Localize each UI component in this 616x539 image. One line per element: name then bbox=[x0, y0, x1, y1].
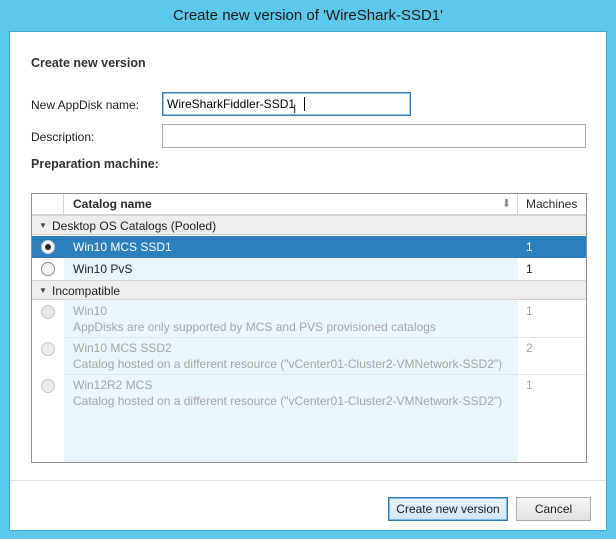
group-label: Desktop OS Catalogs (Pooled) bbox=[52, 219, 217, 233]
radio-button[interactable] bbox=[41, 240, 55, 254]
group-label: Incompatible bbox=[52, 284, 121, 298]
catalog-name: Win10 PvS bbox=[73, 262, 133, 276]
machine-count: 1 bbox=[526, 304, 533, 318]
sort-arrow-down-icon: ⬇︎ bbox=[501, 198, 511, 210]
radio-button bbox=[41, 379, 55, 393]
description-label: Description: bbox=[31, 130, 95, 144]
description-input[interactable] bbox=[162, 124, 586, 148]
group-header-incompatible[interactable]: ▼ Incompatible bbox=[32, 280, 586, 300]
catalog-detail: Catalog hosted on a different resource (… bbox=[73, 357, 503, 371]
machine-count: 2 bbox=[526, 341, 533, 355]
list-item: Win12R2 MCS Catalog hosted on a differen… bbox=[32, 375, 586, 411]
appdisk-name-input[interactable] bbox=[162, 92, 411, 116]
ibeam-cursor-icon: I bbox=[293, 102, 297, 116]
section-heading: Create new version bbox=[31, 56, 146, 70]
catalog-grid: Catalog name ⬇︎ Machines ▼ Desktop OS Ca… bbox=[31, 193, 587, 463]
radio-button bbox=[41, 305, 55, 319]
machines-header[interactable]: Machines bbox=[519, 194, 586, 215]
preparation-machine-label: Preparation machine: bbox=[31, 157, 159, 171]
appdisk-name-label: New AppDisk name: bbox=[31, 98, 140, 112]
machine-count: 1 bbox=[526, 262, 533, 276]
machine-count: 1 bbox=[526, 378, 533, 392]
catalog-name: Win10 MCS SSD2 bbox=[73, 341, 172, 355]
create-new-version-button[interactable]: Create new version bbox=[388, 497, 508, 521]
list-item: Win10 MCS SSD2 Catalog hosted on a diffe… bbox=[32, 338, 586, 374]
catalog-name: Win10 MCS SSD1 bbox=[73, 240, 172, 254]
cancel-button[interactable]: Cancel bbox=[516, 497, 591, 521]
dialog-body: Create new version New AppDisk name: I D… bbox=[9, 31, 607, 531]
radio-button bbox=[41, 342, 55, 356]
triangle-down-icon: ▼ bbox=[39, 286, 47, 295]
list-item[interactable]: Win10 PvS 1 bbox=[32, 258, 586, 280]
catalog-name: Win12R2 MCS bbox=[73, 378, 153, 392]
grid-header: Catalog name ⬇︎ Machines bbox=[32, 194, 586, 215]
triangle-down-icon: ▼ bbox=[39, 221, 47, 230]
dialog-footer: Create new version Cancel bbox=[10, 480, 606, 530]
text-caret bbox=[304, 97, 305, 111]
catalog-detail: Catalog hosted on a different resource (… bbox=[73, 394, 503, 408]
catalog-name: Win10 bbox=[73, 304, 108, 318]
window-title: Create new version of 'WireShark-SSD1' bbox=[0, 0, 616, 31]
group-header-desktop-os[interactable]: ▼ Desktop OS Catalogs (Pooled) bbox=[32, 215, 586, 235]
list-item[interactable]: Win10 MCS SSD1 1 bbox=[32, 236, 586, 258]
catalog-detail: AppDisks are only supported by MCS and P… bbox=[73, 320, 436, 334]
radio-button[interactable] bbox=[41, 262, 55, 276]
catalog-name-header[interactable]: Catalog name ⬇︎ bbox=[64, 194, 518, 215]
machine-count: 1 bbox=[526, 240, 533, 254]
catalog-name-header-label: Catalog name bbox=[73, 197, 152, 211]
select-column-header[interactable] bbox=[32, 194, 64, 215]
list-item: Win10 AppDisks are only supported by MCS… bbox=[32, 301, 586, 337]
